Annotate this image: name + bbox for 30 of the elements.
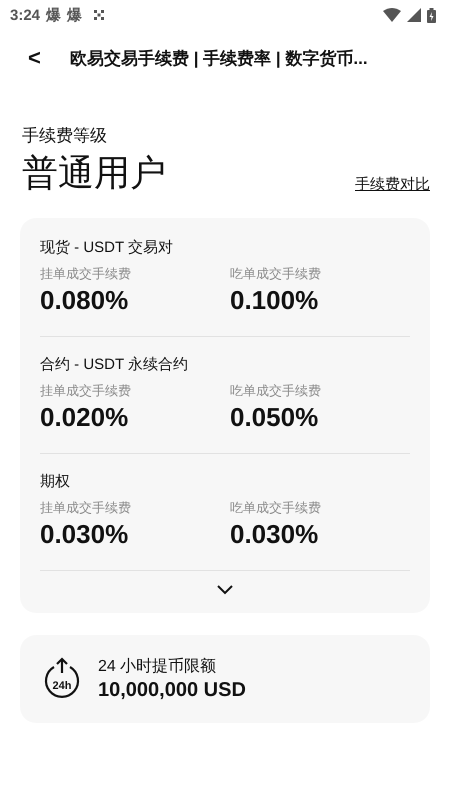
fee-level-label: 手续费等级: [22, 125, 107, 147]
fee-comparison-link[interactable]: 手续费对比: [355, 175, 430, 194]
back-button[interactable]: <: [28, 45, 70, 71]
maker-fee-value: 0.080%: [40, 285, 128, 316]
taker-fee-label: 吃单成交手续费: [230, 265, 321, 283]
section-title: 合约 - USDT 永续合约: [40, 355, 188, 374]
taker-fee-value: 0.030%: [230, 519, 318, 550]
fee-level-value: 普通用户: [22, 151, 166, 195]
maker-fee-value: 0.020%: [40, 402, 128, 433]
signal-icon: [407, 8, 421, 22]
notification-icon: 爆: [46, 6, 62, 24]
status-time: 3:24: [10, 6, 40, 24]
maker-fee-label: 挂单成交手续费: [40, 499, 131, 517]
chevron-down-icon[interactable]: [217, 585, 233, 595]
withdrawal-limit-label: 24 小时提币限额: [98, 656, 216, 677]
page-title: 欧易交易手续费 | 手续费率 | 数字货币...: [70, 48, 368, 70]
section-title: 现货 - USDT 交易对: [40, 238, 174, 257]
taker-fee-label: 吃单成交手续费: [230, 499, 321, 517]
maker-fee-value: 0.030%: [40, 519, 128, 550]
battery-icon: [427, 8, 436, 22]
wifi-icon: [383, 8, 401, 22]
grid-icon: [94, 10, 104, 20]
section-title: 期权: [40, 472, 70, 491]
maker-fee-label: 挂单成交手续费: [40, 382, 131, 400]
taker-fee-label: 吃单成交手续费: [230, 382, 321, 400]
taker-fee-value: 0.100%: [230, 285, 318, 316]
withdrawal-limit-value: 10,000,000 USD: [98, 679, 246, 702]
taker-fee-value: 0.050%: [230, 402, 318, 433]
maker-fee-label: 挂单成交手续费: [40, 265, 131, 283]
notification-icon: 爆: [67, 6, 82, 24]
